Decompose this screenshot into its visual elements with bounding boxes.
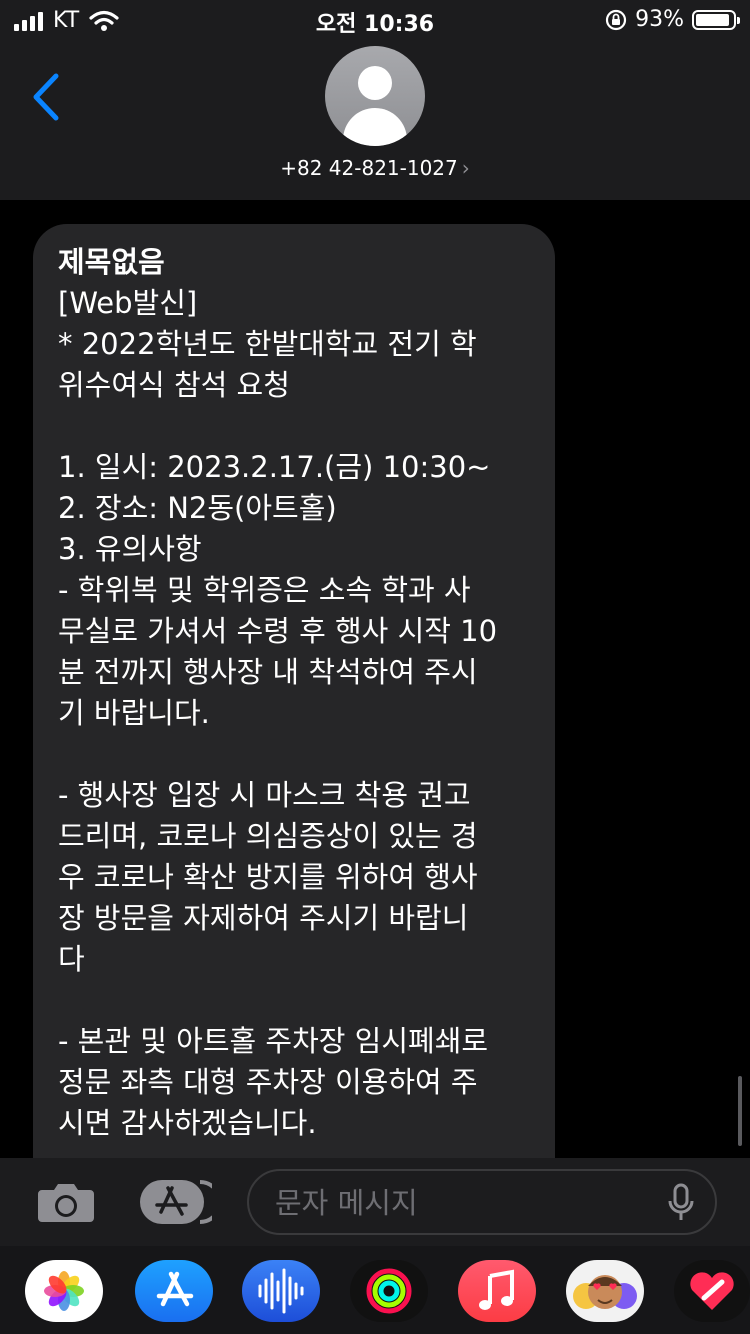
- contact-avatar[interactable]: [325, 46, 425, 146]
- app-store-app-icon[interactable]: [135, 1260, 213, 1322]
- message-input[interactable]: [273, 1171, 657, 1235]
- camera-icon[interactable]: [36, 1180, 96, 1224]
- message-title: 제목없음: [58, 245, 165, 279]
- music-app-icon[interactable]: [458, 1260, 536, 1322]
- message-input-bar: [0, 1158, 750, 1246]
- contact-phone-number[interactable]: +82 42-821-1027 ›: [0, 156, 750, 180]
- contact-number-text: +82 42-821-1027: [280, 156, 458, 180]
- back-chevron-icon[interactable]: [28, 72, 68, 122]
- status-bar: KT 오전 10:36 93%: [0, 0, 750, 44]
- battery-icon: [692, 9, 740, 30]
- message-field[interactable]: [247, 1169, 717, 1235]
- microphone-icon[interactable]: [667, 1183, 695, 1223]
- orientation-lock-icon: [605, 9, 627, 30]
- message-bubble[interactable]: 제목없음 [Web발신] * 2022학년도 한밭대학교 전기 학 위수여식 참…: [33, 224, 555, 1184]
- scroll-indicator[interactable]: [738, 1076, 742, 1146]
- battery-percent: 93%: [635, 7, 684, 32]
- message-body: [Web발신] * 2022학년도 한밭대학교 전기 학 위수여식 참석 요청 …: [58, 286, 498, 1140]
- digital-touch-icon[interactable]: [674, 1260, 750, 1322]
- chevron-right-icon: ›: [461, 156, 470, 180]
- audio-messages-icon[interactable]: [242, 1260, 320, 1322]
- memoji-icon[interactable]: [566, 1260, 644, 1322]
- photos-app-icon[interactable]: [25, 1260, 103, 1322]
- fitness-activity-icon[interactable]: [350, 1260, 428, 1322]
- message-text: 제목없음 [Web발신] * 2022학년도 한밭대학교 전기 학 위수여식 참…: [58, 242, 533, 1144]
- app-store-button-icon[interactable]: [140, 1178, 212, 1226]
- imessage-app-strip: [0, 1246, 750, 1334]
